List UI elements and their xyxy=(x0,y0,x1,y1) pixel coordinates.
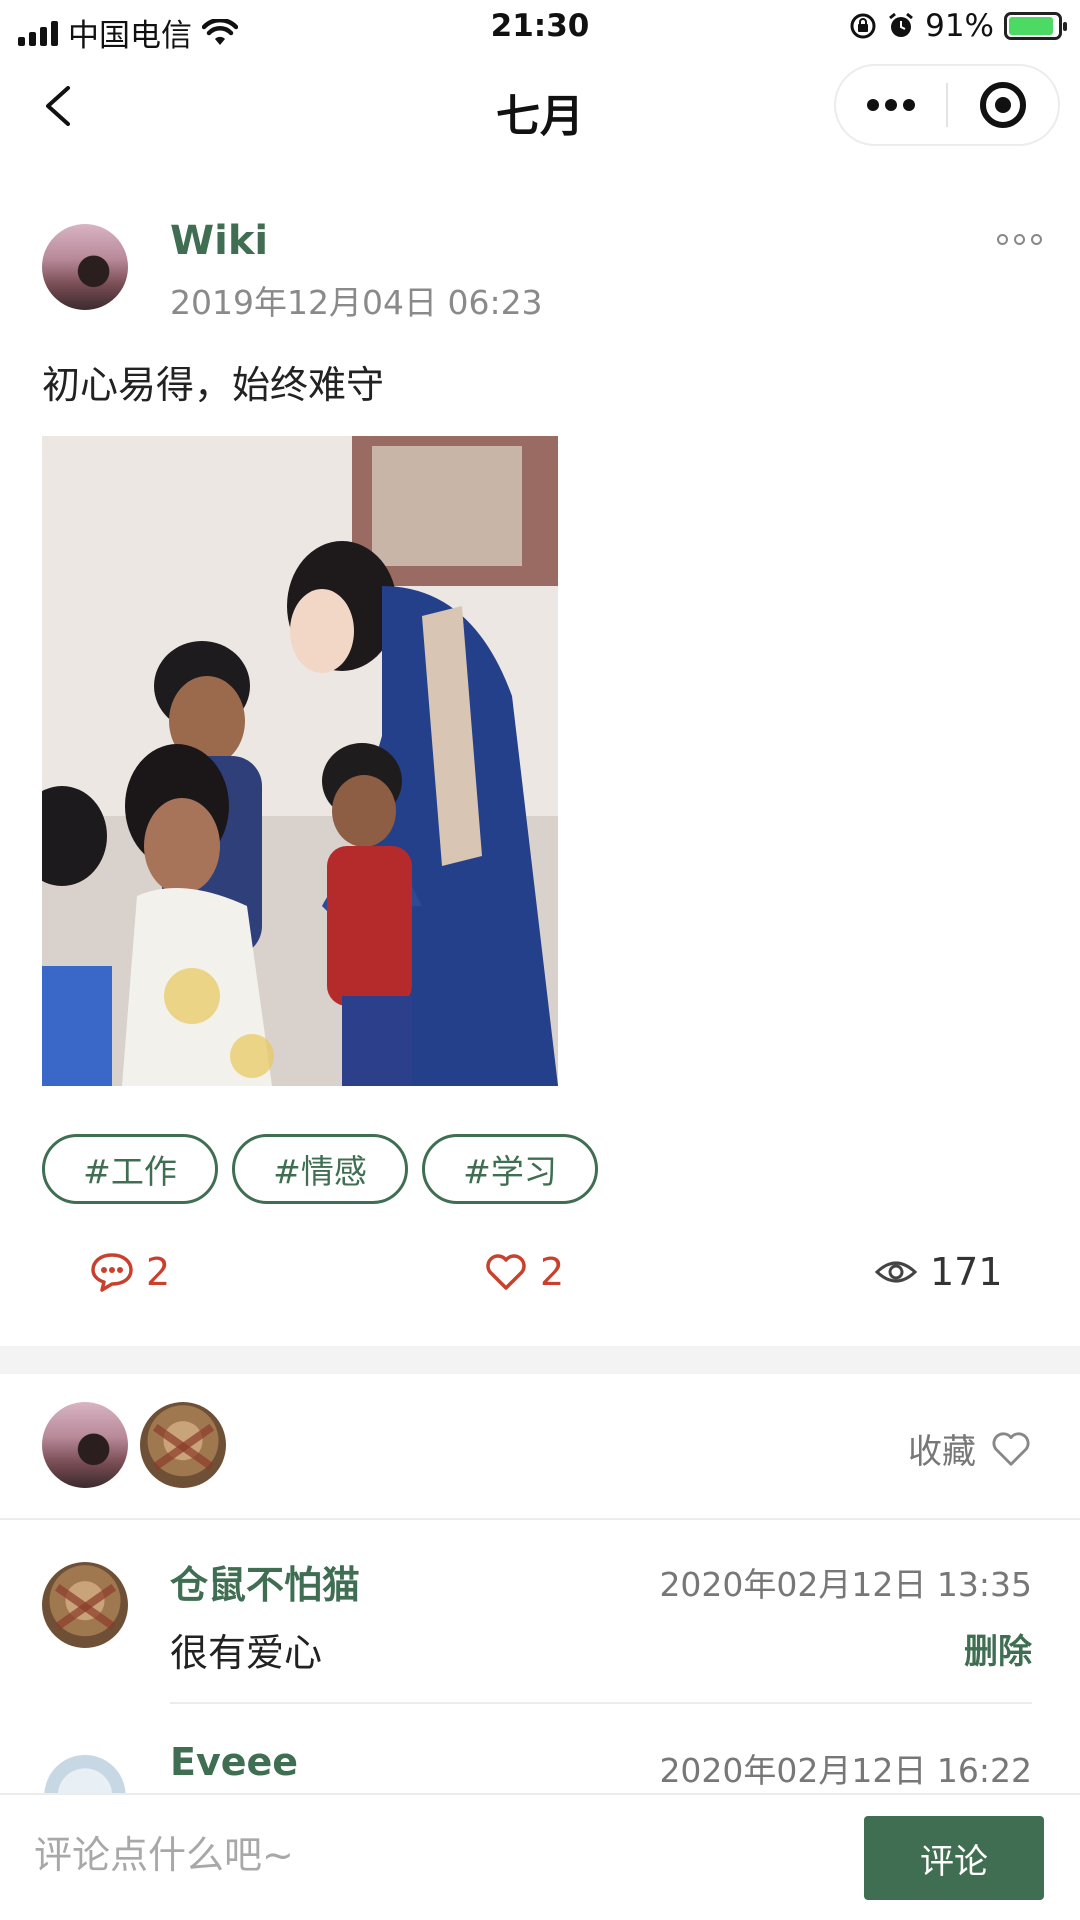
post-photo[interactable] xyxy=(42,436,558,1086)
close-target-icon xyxy=(980,82,1026,128)
post-photo-illustration xyxy=(42,436,558,1086)
commenter-name[interactable]: Eveee xyxy=(170,1740,298,1784)
tag-chip[interactable]: #工作 xyxy=(42,1134,218,1204)
submit-comment-button[interactable]: 评论 xyxy=(864,1816,1044,1900)
battery-fill xyxy=(1009,17,1053,35)
comment-datetime: 2020年02月12日 16:22 xyxy=(659,1751,1032,1790)
post-more-button[interactable] xyxy=(997,234,1042,245)
more-menu-button[interactable] xyxy=(836,66,946,144)
battery-percent: 91% xyxy=(925,8,994,44)
favorite-button[interactable]: 收藏 xyxy=(908,1424,1032,1473)
author-name[interactable]: Wiki xyxy=(170,218,268,264)
like-button[interactable]: 2 xyxy=(484,1250,564,1294)
close-program-button[interactable] xyxy=(948,66,1058,144)
post-datetime: 2019年12月04日 06:23 xyxy=(170,283,543,322)
view-count: 171 xyxy=(930,1250,1003,1294)
comment-bar: 评论 xyxy=(0,1793,1080,1920)
favorite-label: 收藏 xyxy=(908,1432,976,1472)
delete-comment-button[interactable]: 删除 xyxy=(964,1624,1032,1673)
battery-icon xyxy=(1004,12,1067,40)
commenter-name[interactable]: 仓鼠不怕猫 xyxy=(170,1554,360,1609)
eye-icon xyxy=(874,1261,918,1283)
heart-icon xyxy=(486,1254,526,1290)
comment-divider xyxy=(170,1702,1032,1704)
comment-count: 2 xyxy=(146,1250,171,1294)
tag-list: #工作 #情感 #学习 xyxy=(42,1134,598,1204)
section-divider xyxy=(0,1346,1080,1374)
status-right: 91% xyxy=(849,8,1067,44)
tag-chip[interactable]: #情感 xyxy=(232,1134,408,1204)
comment-count-button[interactable]: 2 xyxy=(90,1250,170,1294)
status-bar: 中国电信 21:30 91% xyxy=(0,0,1080,56)
comment-datetime: 2020年02月12日 13:35 xyxy=(659,1565,1032,1604)
liker-avatar[interactable] xyxy=(42,1402,128,1488)
comment-text: 很有爱心 xyxy=(170,1631,323,1675)
commenter-avatar[interactable] xyxy=(42,1562,128,1648)
more-dots-icon xyxy=(867,99,915,111)
tag-chip[interactable]: #学习 xyxy=(422,1134,598,1204)
row-divider xyxy=(0,1518,1080,1520)
author-avatar[interactable] xyxy=(42,224,128,310)
alarm-icon xyxy=(889,12,914,37)
comment-bubble-icon xyxy=(91,1253,133,1292)
heart-outline-icon xyxy=(992,1431,1030,1466)
liker-avatar[interactable] xyxy=(140,1402,226,1488)
like-count: 2 xyxy=(540,1250,565,1294)
nav-bar: 七月 xyxy=(0,56,1080,156)
post-text: 初心易得，始终难守 xyxy=(42,363,385,407)
rotation-lock-icon xyxy=(850,13,876,39)
view-count-stat: 171 xyxy=(874,1250,1003,1294)
mini-program-capsule xyxy=(834,64,1060,146)
comment-input[interactable] xyxy=(34,1825,814,1885)
